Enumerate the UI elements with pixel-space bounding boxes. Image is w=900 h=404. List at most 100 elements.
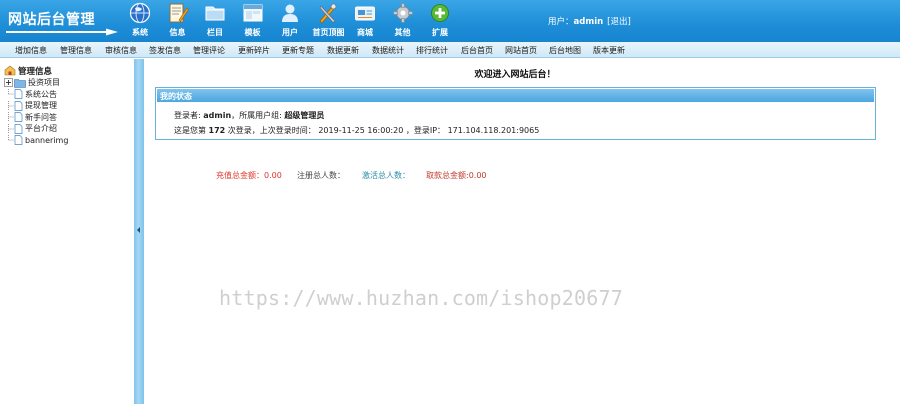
submenu-version-update[interactable]: 版本更新 bbox=[593, 45, 625, 56]
tree-folder-label: 投资项目 bbox=[28, 78, 60, 88]
nav-label: 栏目 bbox=[207, 28, 223, 37]
tree-item[interactable]: bannerimg bbox=[4, 135, 68, 147]
nav-label: 信息 bbox=[169, 28, 186, 37]
submenu-update-fragments[interactable]: 更新碎片 bbox=[238, 45, 270, 56]
watermark-text: https://www.huzhan.com/ishop20677 bbox=[219, 286, 623, 310]
logo-arrow-icon bbox=[6, 28, 118, 36]
tree-item[interactable]: 系统公告 bbox=[4, 89, 68, 101]
submenu-data-update[interactable]: 数据更新 bbox=[327, 45, 359, 56]
login-count-line: 这是您第 172 次登录，上次登录时间： 2019-11-25 16:00:20… bbox=[174, 125, 539, 136]
tools-icon bbox=[319, 3, 336, 24]
nav-label: 系统 bbox=[132, 28, 148, 37]
tree-item-label: 提现管理 bbox=[25, 101, 57, 111]
tree-line-icon bbox=[8, 123, 14, 134]
group-value: 超级管理员 bbox=[284, 111, 325, 120]
nav-tree: 管理信息 投资项目 系统公告 提现管理 新手问答 平台介绍 bannerimg bbox=[4, 64, 68, 146]
folder-icon bbox=[14, 78, 26, 88]
login-count: 172 bbox=[208, 126, 226, 135]
tree-root-label: 管理信息 bbox=[18, 66, 53, 77]
nav-label: 扩展 bbox=[432, 28, 448, 37]
login-user: admin bbox=[203, 111, 232, 120]
page-icon bbox=[14, 89, 23, 100]
page-icon bbox=[14, 123, 23, 134]
nav-label: 商城 bbox=[357, 28, 373, 37]
main-content: 欢迎进入网站后台！ 我的状态 登录者: admin，所属用户组: 超级管理员 这… bbox=[144, 59, 900, 404]
app-window: 网站后台管理 系统 信息 栏目 模板 用户 首页顶图 商城 其他 扩展 用户：a… bbox=[0, 0, 900, 404]
submenu-update-topics[interactable]: 更新专题 bbox=[282, 45, 314, 56]
tree-item[interactable]: 平台介绍 bbox=[4, 123, 68, 135]
user-prefix: 用户： bbox=[548, 17, 574, 27]
stat-withdraw-total: 取款总金额:0.00 bbox=[426, 171, 487, 180]
tree-root[interactable]: 管理信息 bbox=[4, 64, 68, 77]
submenu-admin-map[interactable]: 后台地图 bbox=[549, 45, 581, 56]
tree-line-icon bbox=[8, 100, 14, 111]
card-icon bbox=[355, 6, 375, 21]
status-panel-header: 我的状态 bbox=[156, 88, 875, 103]
tree-item[interactable]: 提现管理 bbox=[4, 100, 68, 112]
login-user-line: 登录者: admin，所属用户组: 超级管理员 bbox=[174, 110, 324, 121]
stat-registered-total: 注册总人数： bbox=[297, 171, 345, 180]
submenu-data-stats[interactable]: 数据统计 bbox=[372, 45, 404, 56]
tree-line-icon bbox=[8, 112, 14, 123]
window-icon bbox=[243, 4, 262, 22]
tree-item-label: 平台介绍 bbox=[25, 124, 57, 134]
sub-menu: 增加信息 管理信息 审核信息 签发信息 管理评论 更新碎片 更新专题 数据更新 … bbox=[0, 42, 900, 58]
nav-label: 其他 bbox=[394, 28, 411, 37]
login-label: 登录者: bbox=[174, 111, 204, 120]
user-info: 用户：admin [退出] bbox=[548, 15, 631, 27]
status-panel-title: 我的状态 bbox=[160, 92, 192, 101]
panel-splitter[interactable] bbox=[134, 59, 144, 404]
count-prefix: 这是您第 bbox=[174, 126, 209, 135]
add-icon bbox=[431, 4, 449, 22]
nav-item-template[interactable]: 模板 bbox=[238, 2, 268, 40]
nav-item-user[interactable]: 用户 bbox=[275, 2, 305, 40]
submenu-sign-info[interactable]: 签发信息 bbox=[149, 45, 181, 56]
stat-recharge-total: 充值总金额：0.00 bbox=[216, 171, 282, 180]
tree-item-label: bannerimg bbox=[25, 135, 69, 145]
globe-icon bbox=[129, 2, 151, 24]
submenu-add-info[interactable]: 增加信息 bbox=[15, 45, 47, 56]
submenu-site-home[interactable]: 网站首页 bbox=[505, 45, 537, 56]
status-panel: 我的状态 登录者: admin，所属用户组: 超级管理员 这是您第 172 次登… bbox=[155, 87, 876, 140]
submenu-review-info[interactable]: 审核信息 bbox=[105, 45, 137, 56]
top-nav: 系统 信息 栏目 模板 用户 首页顶图 商城 其他 扩展 bbox=[125, 2, 463, 40]
nav-item-column[interactable]: 栏目 bbox=[200, 2, 230, 40]
submenu-manage-comments[interactable]: 管理评论 bbox=[193, 45, 225, 56]
tree-item[interactable]: 新手问答 bbox=[4, 112, 68, 124]
page-icon bbox=[14, 135, 23, 146]
nav-item-info[interactable]: 信息 bbox=[163, 2, 193, 40]
submenu-admin-home[interactable]: 后台首页 bbox=[461, 45, 493, 56]
nav-label: 首页顶图 bbox=[312, 28, 345, 37]
tree-line-icon bbox=[8, 89, 14, 95]
stat-activated-total: 激活总人数： bbox=[362, 171, 410, 180]
group-label: ，所属用户组: bbox=[231, 111, 285, 120]
tree-line-icon bbox=[8, 135, 14, 141]
nav-item-system[interactable]: 系统 bbox=[125, 2, 155, 40]
site-logo: 网站后台管理 bbox=[6, 7, 118, 37]
page-icon bbox=[14, 100, 23, 111]
page-icon bbox=[14, 112, 23, 123]
welcome-title: 欢迎进入网站后台！ bbox=[474, 70, 556, 80]
folder-icon bbox=[205, 6, 225, 21]
document-edit-icon bbox=[169, 3, 189, 23]
home-folder-icon bbox=[4, 65, 16, 76]
submenu-rank-stats[interactable]: 排行统计 bbox=[416, 45, 448, 56]
logo-text: 网站后台管理 bbox=[8, 12, 95, 28]
nav-label: 用户 bbox=[282, 28, 298, 37]
expand-plus-icon[interactable] bbox=[4, 78, 13, 88]
collapse-left-icon[interactable] bbox=[137, 227, 140, 233]
nav-item-home-banner[interactable]: 首页顶图 bbox=[312, 2, 345, 40]
nav-item-extend[interactable]: 扩展 bbox=[425, 2, 455, 40]
nav-item-mall[interactable]: 商城 bbox=[350, 2, 380, 40]
nav-label: 模板 bbox=[244, 28, 261, 37]
count-suffix: 次登录，上次登录时间： 2019-11-25 16:00:20 ，登录IP： 1… bbox=[225, 126, 540, 135]
logout-link[interactable]: [退出] bbox=[607, 17, 631, 27]
top-header: 网站后台管理 系统 信息 栏目 模板 用户 首页顶图 商城 其他 扩展 用户：a… bbox=[0, 0, 900, 42]
tree-folder[interactable]: 投资项目 bbox=[4, 77, 68, 89]
user-icon bbox=[282, 4, 298, 22]
nav-item-other[interactable]: 其他 bbox=[388, 2, 418, 40]
tree-item-label: 新手问答 bbox=[25, 112, 57, 122]
submenu-manage-info[interactable]: 管理信息 bbox=[60, 45, 92, 56]
gear-icon bbox=[392, 3, 413, 23]
username: admin bbox=[573, 17, 604, 27]
